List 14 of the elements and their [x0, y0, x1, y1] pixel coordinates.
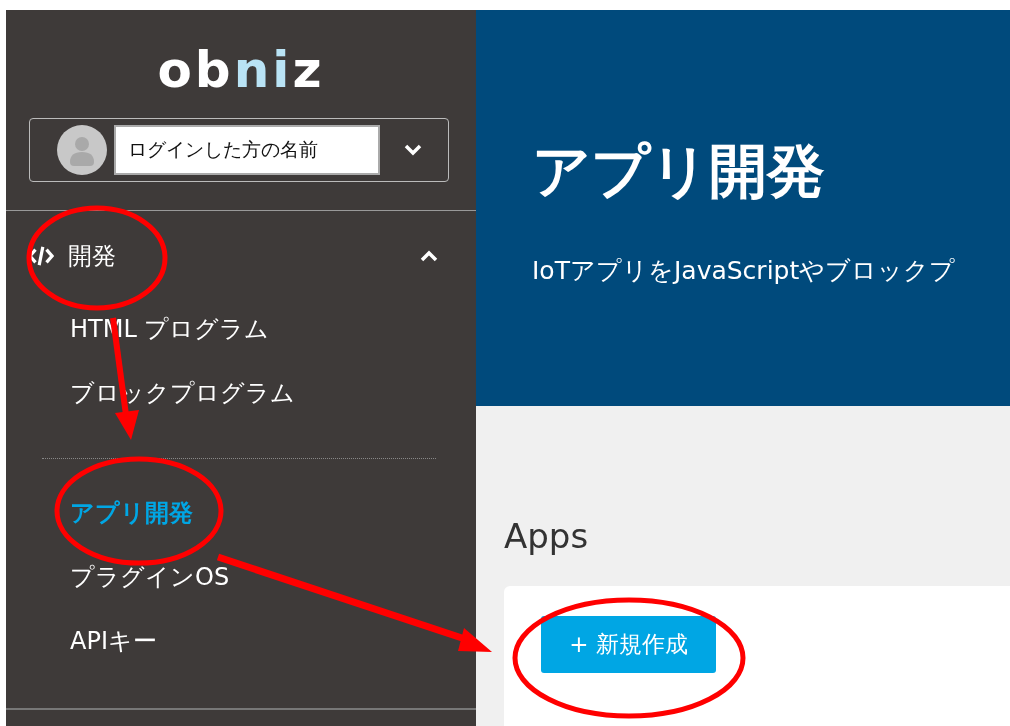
section-heading: Apps — [504, 516, 590, 556]
sidebar-item[interactable]: アプリ開発 — [6, 481, 476, 545]
avatar-icon — [57, 125, 107, 175]
chevron-up-icon — [419, 250, 439, 262]
user-menu[interactable]: ログインした方の名前 — [29, 118, 449, 182]
section-label: 開発 — [68, 241, 116, 272]
section-header[interactable]: 開発 — [6, 225, 476, 287]
page-title: アプリ開発 — [532, 136, 826, 207]
user-name-field[interactable]: ログインした方の名前 — [114, 125, 380, 175]
logo: obniz — [156, 40, 326, 100]
page-subtitle: IoTアプリをJavaScriptやブロックプ — [532, 255, 957, 287]
chevron-down-icon[interactable] — [403, 144, 423, 156]
sidebar-item[interactable]: プラグインOS — [6, 545, 476, 609]
sidebar-item[interactable]: APIキー — [6, 609, 476, 673]
